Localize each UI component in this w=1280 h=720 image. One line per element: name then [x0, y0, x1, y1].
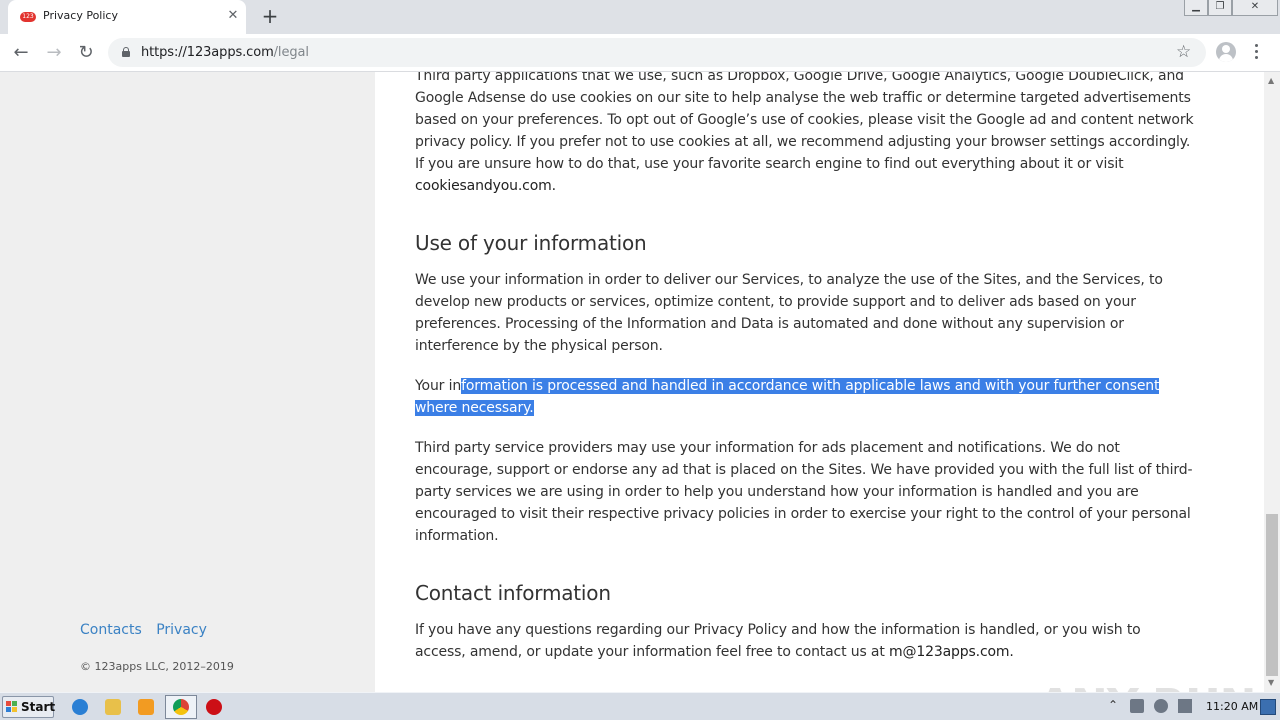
third-party-paragraph: Third party service providers may use yo… — [415, 440, 1193, 544]
cookies-paragraph: Third party applications that we use, su… — [415, 72, 1195, 197]
media-player-icon[interactable] — [138, 699, 154, 715]
tray-clock[interactable]: 11:20 AM — [1206, 700, 1258, 713]
start-label: Start — [21, 700, 56, 714]
contacts-link[interactable]: Contacts — [80, 622, 142, 638]
forward-arrow-icon[interactable]: → — [42, 41, 66, 65]
contact-text: If you have any questions regarding our … — [415, 622, 1141, 660]
copyright-text: © 123apps LLC, 2012–2019 — [80, 660, 234, 673]
volume-icon[interactable] — [1154, 699, 1168, 713]
url-host: https://123apps.com — [141, 45, 274, 60]
contact-email-link[interactable]: m@123apps.com. — [889, 644, 1014, 660]
sidebar: Contacts Privacy © 123apps LLC, 2012–201… — [0, 72, 375, 692]
profile-avatar-icon[interactable] — [1216, 42, 1236, 62]
internet-explorer-icon[interactable] — [72, 699, 88, 715]
scrollbar-thumb[interactable] — [1266, 514, 1278, 676]
window-restore-button[interactable]: ❐ — [1208, 0, 1232, 16]
window-close-button[interactable]: ✕ — [1232, 0, 1278, 16]
heading-use-of-information: Use of your information — [415, 231, 647, 255]
tab-title: Privacy Policy — [43, 9, 118, 22]
back-arrow-icon[interactable]: ← — [9, 41, 33, 65]
window-minimize-button[interactable]: ▁ — [1184, 0, 1208, 16]
use-paragraph: We use your information in order to deli… — [415, 272, 1163, 354]
windows-taskbar: Start ⌃ 11:20 AM — [0, 692, 1280, 720]
scroll-up-arrow-icon[interactable]: ▲ — [1268, 76, 1274, 85]
scroll-down-arrow-icon[interactable]: ▼ — [1268, 678, 1274, 687]
page-scrollbar[interactable]: ▲ ▼ — [1264, 72, 1280, 692]
file-explorer-icon[interactable] — [105, 699, 121, 715]
opera-icon[interactable] — [206, 699, 222, 715]
browser-tab[interactable]: 123 Privacy Policy ✕ — [8, 0, 246, 34]
lock-icon[interactable] — [122, 47, 130, 57]
browser-toolbar: ← → ↻ https://123apps.com/legal ☆ — [0, 34, 1280, 72]
page-viewport: Contacts Privacy © 123apps LLC, 2012–201… — [0, 72, 1264, 692]
privacy-link[interactable]: Privacy — [156, 622, 207, 638]
windows-flag-icon — [6, 701, 18, 713]
processed-paragraph: Your information is processed and handle… — [415, 375, 1195, 419]
site-favicon-icon: 123 — [20, 12, 36, 22]
contact-paragraph: If you have any questions regarding our … — [415, 619, 1195, 663]
url-path: /legal — [273, 45, 309, 60]
cookies-text: Third party applications that we use, su… — [415, 72, 1194, 172]
action-center-flag-icon[interactable] — [1178, 699, 1192, 713]
tab-close-icon[interactable]: ✕ — [226, 7, 240, 25]
sidebar-links: Contacts Privacy — [80, 622, 217, 638]
policy-content: Third party applications that we use, su… — [415, 72, 1195, 681]
show-desktop-icon[interactable] — [1260, 699, 1276, 715]
heading-contact-information: Contact information — [415, 581, 611, 605]
selected-text: formation is processed and handled in ac… — [415, 378, 1160, 416]
address-bar[interactable]: https://123apps.com/legal ☆ — [108, 38, 1206, 67]
browser-tabbar: 123 Privacy Policy ✕ + ▁ ❐ ✕ — [0, 0, 1280, 34]
chrome-icon[interactable] — [173, 699, 189, 715]
new-tab-icon[interactable]: + — [259, 4, 281, 28]
network-icon[interactable] — [1130, 699, 1144, 713]
browser-menu-icon[interactable] — [1255, 44, 1259, 62]
start-button[interactable]: Start — [2, 696, 56, 718]
cookiesandyou-link[interactable]: cookiesandyou.com. — [415, 178, 556, 194]
reload-icon[interactable]: ↻ — [74, 41, 98, 65]
bookmark-star-icon[interactable]: ☆ — [1176, 42, 1191, 62]
tray-expand-icon[interactable]: ⌃ — [1108, 698, 1118, 712]
anyrun-watermark: ANY RUN — [1038, 680, 1256, 692]
processed-text-start: Your in — [415, 378, 462, 394]
url-text[interactable]: https://123apps.com/legal — [141, 45, 309, 60]
